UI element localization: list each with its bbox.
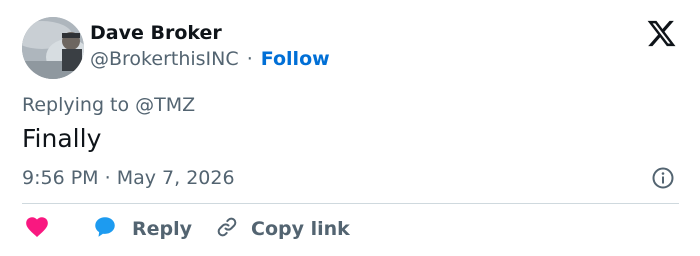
author-display-name[interactable]: Dave Broker <box>90 22 222 44</box>
like-button[interactable] <box>24 214 50 244</box>
replying-prefix: Replying to <box>22 94 130 116</box>
speech-bubble-icon <box>92 214 118 244</box>
info-icon[interactable] <box>651 166 675 190</box>
timestamp-separator: · <box>104 167 111 189</box>
x-logo-icon[interactable] <box>646 18 677 49</box>
avatar-image <box>22 17 84 79</box>
post-timestamp[interactable]: 9:56 PM · May 7, 2026 <box>22 167 235 189</box>
reply-button[interactable]: Reply <box>92 214 192 244</box>
post-time: 9:56 PM <box>22 167 99 189</box>
copy-link-label: Copy link <box>251 218 350 240</box>
copy-link-button[interactable]: Copy link <box>215 214 350 244</box>
author-handle[interactable]: @BrokerthisINC <box>90 48 239 70</box>
embedded-post-card: Dave Broker @BrokerthisINC · Follow Repl… <box>0 0 700 256</box>
post-text: Finally <box>22 124 102 153</box>
reply-label: Reply <box>132 218 193 240</box>
post-actions: Reply Copy link <box>22 214 682 244</box>
link-icon <box>215 215 239 243</box>
heart-icon <box>24 214 50 244</box>
author-handle-row: @BrokerthisINC · Follow <box>90 48 330 70</box>
replying-mention-link[interactable]: @TMZ <box>135 94 195 116</box>
replying-to: Replying to @TMZ <box>22 94 195 116</box>
post-date: May 7, 2026 <box>116 167 235 189</box>
handle-separator: · <box>246 48 253 70</box>
divider <box>22 203 679 204</box>
follow-button[interactable]: Follow <box>261 48 330 70</box>
avatar[interactable] <box>22 17 84 79</box>
